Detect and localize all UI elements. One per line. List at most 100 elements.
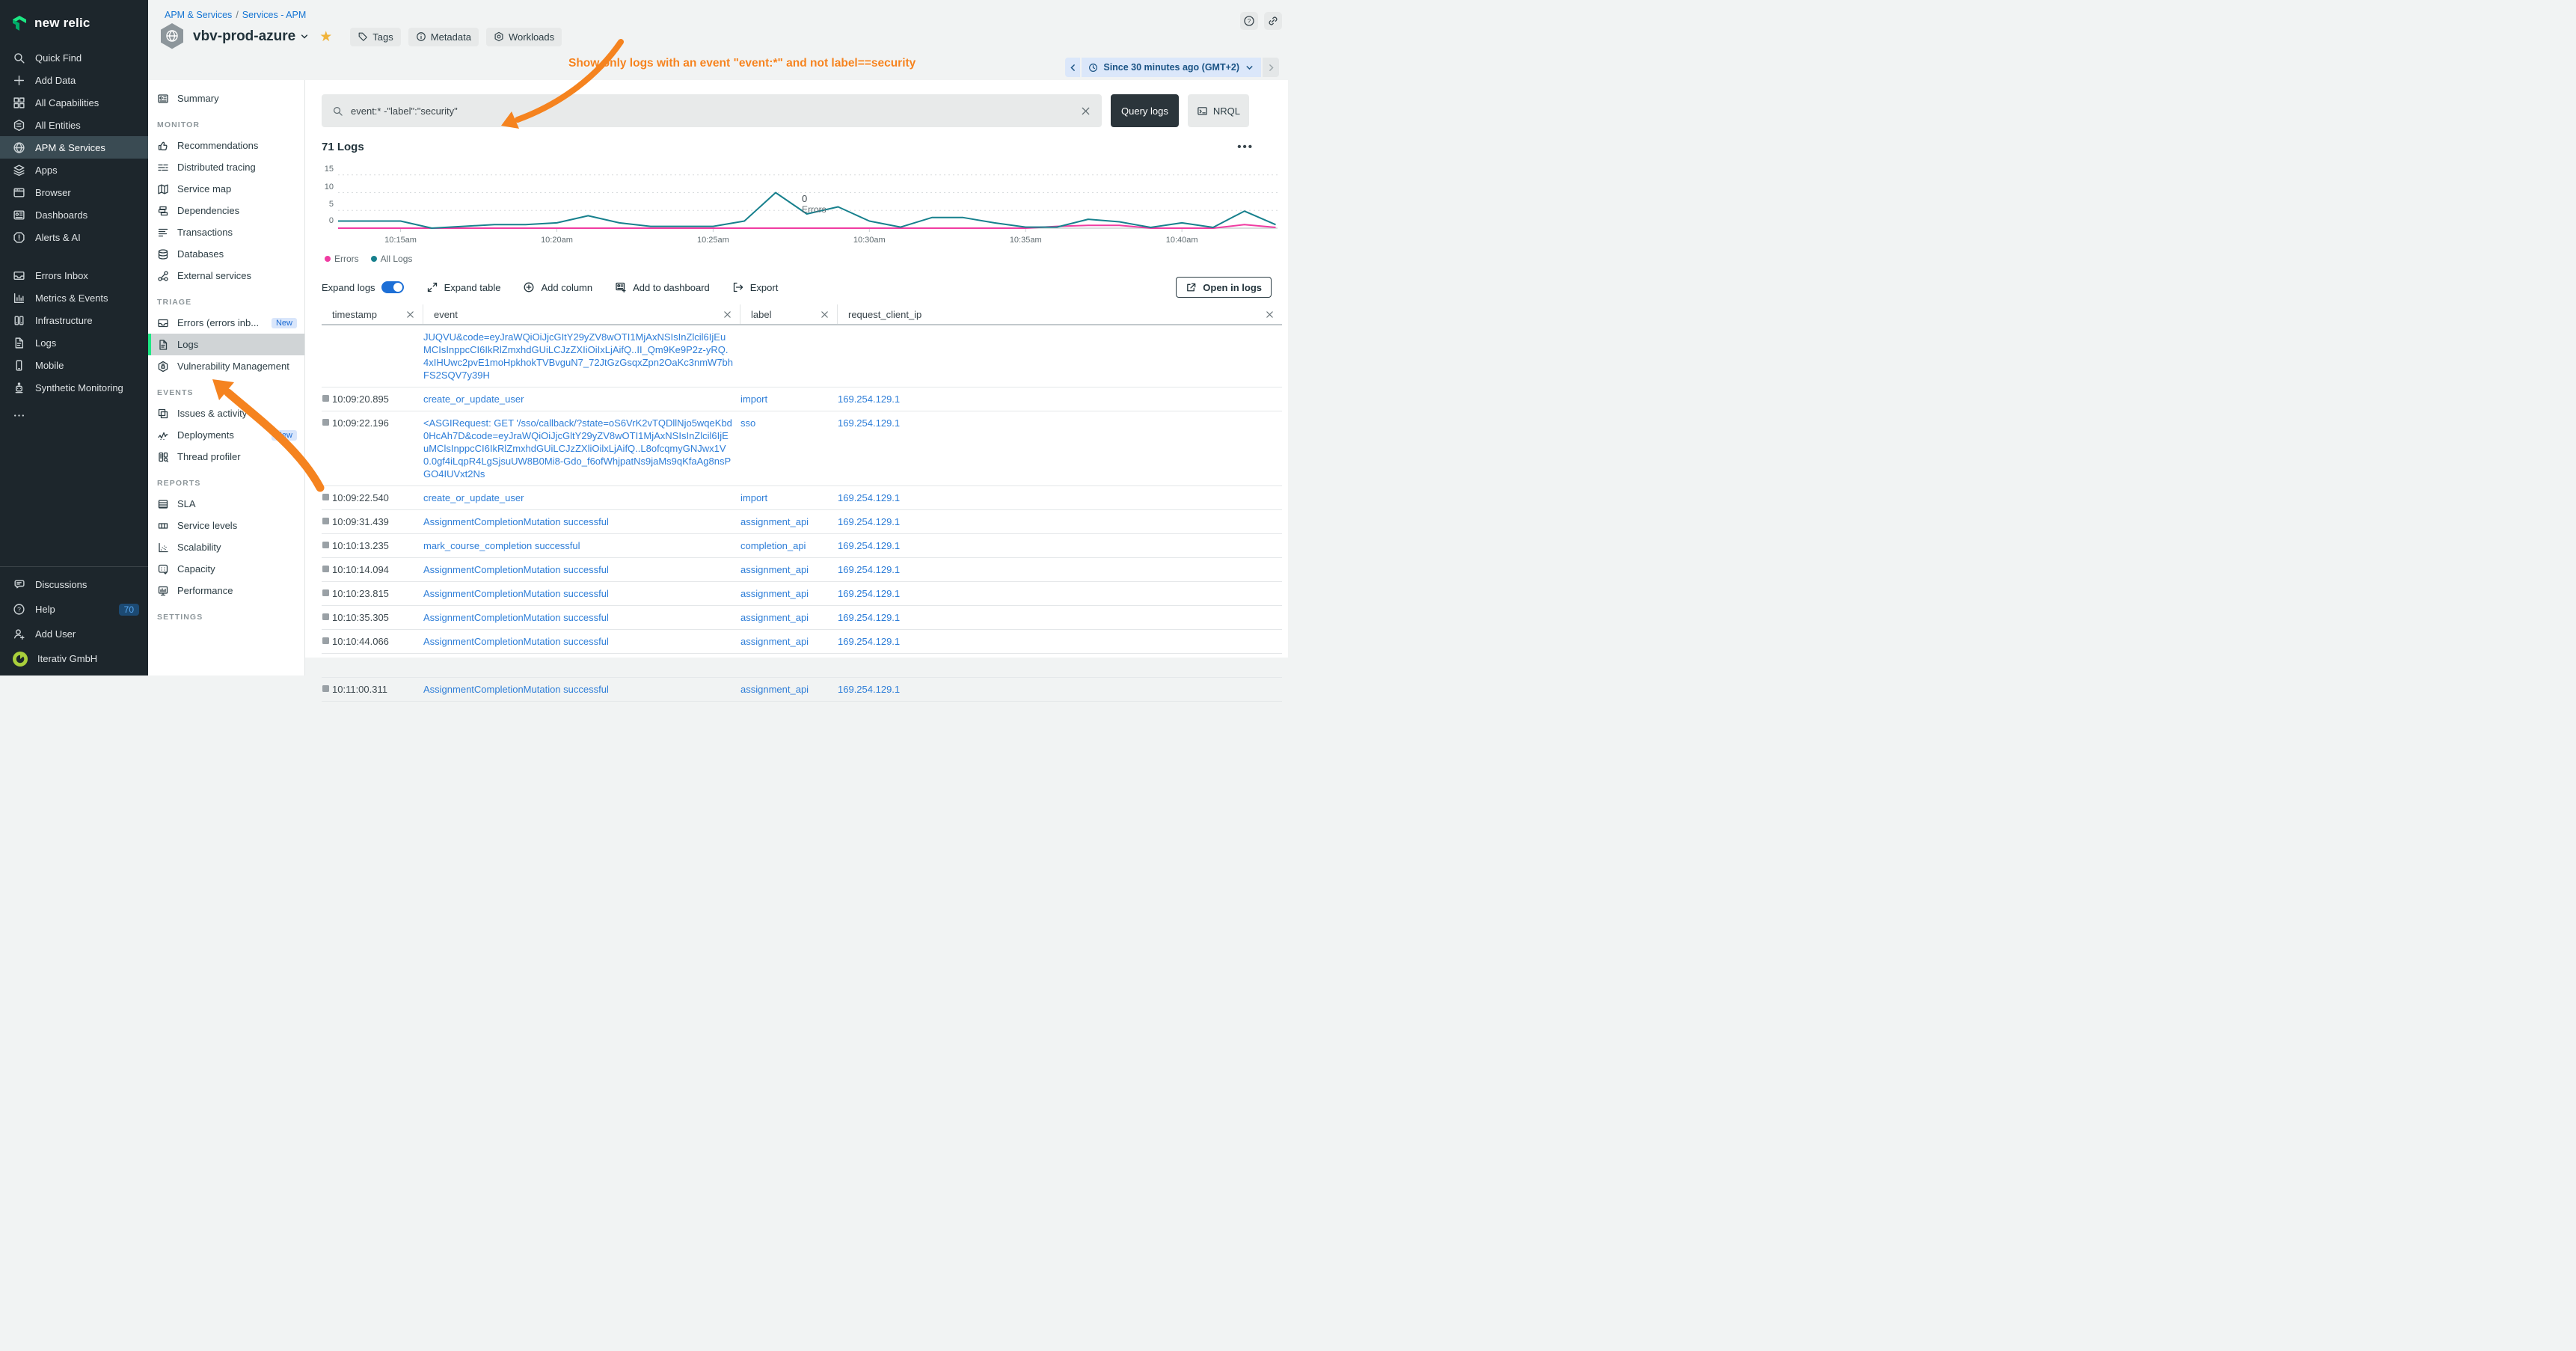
col-header-label[interactable]: label [740, 304, 838, 324]
nav-item-recommendations[interactable]: Recommendations [148, 135, 304, 156]
sidebar-item-all-capabilities[interactable]: All Capabilities [0, 91, 148, 114]
nav-item-summary[interactable]: Summary [148, 88, 304, 109]
sidebar-item-dashboards[interactable]: Dashboards [0, 203, 148, 226]
nav-item-deployments[interactable]: DeploymentsNew [148, 424, 304, 446]
nav-item-issues-activity[interactable]: Issues & activity [148, 402, 304, 424]
expand-logs-toggle[interactable]: Expand logs [322, 281, 404, 293]
clear-query-icon[interactable] [1080, 105, 1091, 117]
add-to-dashboard-button[interactable]: Add to dashboard [615, 281, 710, 293]
nav-item-transactions[interactable]: Transactions [148, 221, 304, 243]
nav-item-errors-errors-inb[interactable]: Errors (errors inb...New [148, 312, 304, 334]
sidebar-item-synthetic-monitoring[interactable]: Synthetic Monitoring [0, 376, 148, 399]
cell-request-client-ip-link[interactable]: 169.254.129.1 [838, 630, 1282, 653]
breadcrumb-apm-services[interactable]: APM & Services [165, 10, 232, 20]
nav-item-dependencies[interactable]: Dependencies [148, 200, 304, 221]
cell-request-client-ip-link[interactable]: 169.254.129.1 [838, 387, 1282, 411]
sidebar-item-errors-inbox[interactable]: Errors Inbox [0, 264, 148, 287]
col-header-event[interactable]: event [423, 304, 740, 324]
entity-name[interactable]: vbv-prod-azure [193, 28, 295, 45]
cell-label-link[interactable]: assignment_api [740, 678, 838, 701]
table-row[interactable]: 10:09:22.196<ASGIRequest: GET '/sso/call… [322, 411, 1282, 486]
favorite-star-icon[interactable]: ★ [319, 30, 332, 44]
time-forward-button[interactable] [1263, 58, 1279, 77]
table-row[interactable]: 10:09:20.895create_or_update_userimport1… [322, 387, 1282, 411]
sidebar-item-add-user[interactable]: Add User [0, 622, 148, 646]
cell-request-client-ip-link[interactable]: 169.254.129.1 [838, 486, 1282, 509]
add-column-button[interactable]: Add column [523, 281, 592, 293]
cell-event-link[interactable]: create_or_update_user [423, 486, 740, 509]
cell-label-link[interactable]: import [740, 387, 838, 411]
workloads-button[interactable]: Workloads [486, 28, 562, 46]
remove-column-icon[interactable] [1265, 310, 1275, 319]
breadcrumb-services-apm[interactable]: Services - APM [242, 10, 306, 20]
entity-chevron-down-icon[interactable] [300, 32, 309, 41]
sidebar-item-add-data[interactable]: Add Data [0, 69, 148, 91]
cell-event-link[interactable]: AssignmentCompletionMutation successful [423, 558, 740, 581]
toggle-on-icon[interactable] [381, 281, 404, 293]
table-row-partial[interactable]: JUQVU&code=eyJraWQiOiJjcGItY29yZV8wOTI1M… [322, 325, 1282, 387]
export-button[interactable]: Export [732, 281, 779, 293]
time-back-button[interactable] [1065, 58, 1080, 77]
cell-event-link[interactable]: AssignmentCompletionMutation successful [423, 606, 740, 629]
sidebar-item-discussions[interactable]: Discussions [0, 572, 148, 597]
permalink-button[interactable] [1264, 12, 1282, 30]
remove-column-icon[interactable] [820, 310, 829, 319]
new-relic-logo[interactable]: new relic [0, 0, 148, 36]
tags-button[interactable]: Tags [350, 28, 400, 46]
cell-label-link[interactable]: completion_api [740, 534, 838, 557]
table-row[interactable]: 10:11:00.311AssignmentCompletionMutation… [322, 678, 1282, 702]
sidebar-item-all-entities[interactable]: All Entities [0, 114, 148, 136]
cell-event-link[interactable]: AssignmentCompletionMutation successful [423, 630, 740, 653]
sidebar-item-infrastructure[interactable]: Infrastructure [0, 309, 148, 331]
sidebar-item-iterativ-gmbh[interactable]: Iterativ GmbH [0, 646, 148, 671]
cell-label-link[interactable]: import [740, 486, 838, 509]
cell-event-link[interactable]: AssignmentCompletionMutation successful [423, 678, 740, 701]
cell-event-link[interactable]: AssignmentCompletionMutation successful [423, 510, 740, 533]
sidebar-item-quick-find[interactable]: Quick Find [0, 46, 148, 69]
cell-request-client-ip-link[interactable]: 169.254.129.1 [838, 606, 1282, 629]
cell-event-link[interactable]: mark_course_completion successful [423, 534, 740, 557]
cell-label-link[interactable]: assignment_api [740, 510, 838, 533]
nav-item-sla[interactable]: SLA [148, 493, 304, 515]
logs-chart[interactable]: 15 10 5 0 10:15am10:20am10:25am10:30am10… [322, 161, 1282, 246]
table-row[interactable]: 10:10:13.235mark_course_completion succe… [322, 534, 1282, 558]
nav-item-databases[interactable]: Databases [148, 243, 304, 265]
sidebar-item-logs[interactable]: Logs [0, 331, 148, 354]
sidebar-item-apps[interactable]: Apps [0, 159, 148, 181]
cell-request-client-ip-link[interactable]: 169.254.129.1 [838, 678, 1282, 701]
sidebar-item-apm-services[interactable]: APM & Services [0, 136, 148, 159]
table-row[interactable]: 10:10:35.305AssignmentCompletionMutation… [322, 606, 1282, 630]
cell-label-link[interactable]: sso [740, 411, 838, 485]
legend-item-errors[interactable]: Errors [325, 254, 359, 264]
cell-event-link[interactable]: JUQVU&code=eyJraWQiOiJjcGItY29yZV8wOTI1M… [423, 325, 740, 387]
open-in-logs-button[interactable]: Open in logs [1176, 277, 1272, 298]
table-row[interactable]: 10:10:23.815AssignmentCompletionMutation… [322, 582, 1282, 606]
nav-item-external-services[interactable]: External services [148, 265, 304, 287]
cell-event-link[interactable]: create_or_update_user [423, 387, 740, 411]
table-row[interactable]: 10:09:22.540create_or_update_userimport1… [322, 486, 1282, 510]
cell-request-client-ip-link[interactable]: 169.254.129.1 [838, 534, 1282, 557]
nav-item-scalability[interactable]: Scalability [148, 536, 304, 558]
sidebar-more-button[interactable] [0, 404, 148, 426]
metadata-button[interactable]: Metadata [408, 28, 479, 46]
nav-item-service-levels[interactable]: Service levels [148, 515, 304, 536]
nav-item-performance[interactable]: Performance [148, 580, 304, 601]
table-row[interactable]: 10:09:31.439AssignmentCompletionMutation… [322, 510, 1282, 534]
nav-item-distributed-tracing[interactable]: Distributed tracing [148, 156, 304, 178]
cell-label-link[interactable]: assignment_api [740, 582, 838, 605]
cell-event-link[interactable]: <ASGIRequest: GET '/sso/callback/?state=… [423, 411, 740, 485]
nrql-button[interactable]: NRQL [1188, 94, 1249, 127]
remove-column-icon[interactable] [723, 310, 732, 319]
cell-request-client-ip-link[interactable]: 169.254.129.1 [838, 510, 1282, 533]
sidebar-item-help[interactable]: ?Help70 [0, 597, 148, 622]
cell-label-link[interactable]: assignment_api [740, 558, 838, 581]
col-header-timestamp[interactable]: timestamp [322, 304, 423, 324]
expand-table-button[interactable]: Expand table [426, 281, 501, 293]
cell-request-client-ip-link[interactable]: 169.254.129.1 [838, 411, 1282, 485]
cell-label-link[interactable]: assignment_api [740, 606, 838, 629]
table-row[interactable]: 10:10:14.094AssignmentCompletionMutation… [322, 558, 1282, 582]
time-range-button[interactable]: Since 30 minutes ago (GMT+2) [1082, 58, 1261, 77]
cell-label-link[interactable]: assignment_api [740, 630, 838, 653]
col-header-request-client-ip[interactable]: request_client_ip [838, 304, 1282, 324]
log-search-input[interactable]: event:* -"label":"security" [322, 94, 1102, 127]
